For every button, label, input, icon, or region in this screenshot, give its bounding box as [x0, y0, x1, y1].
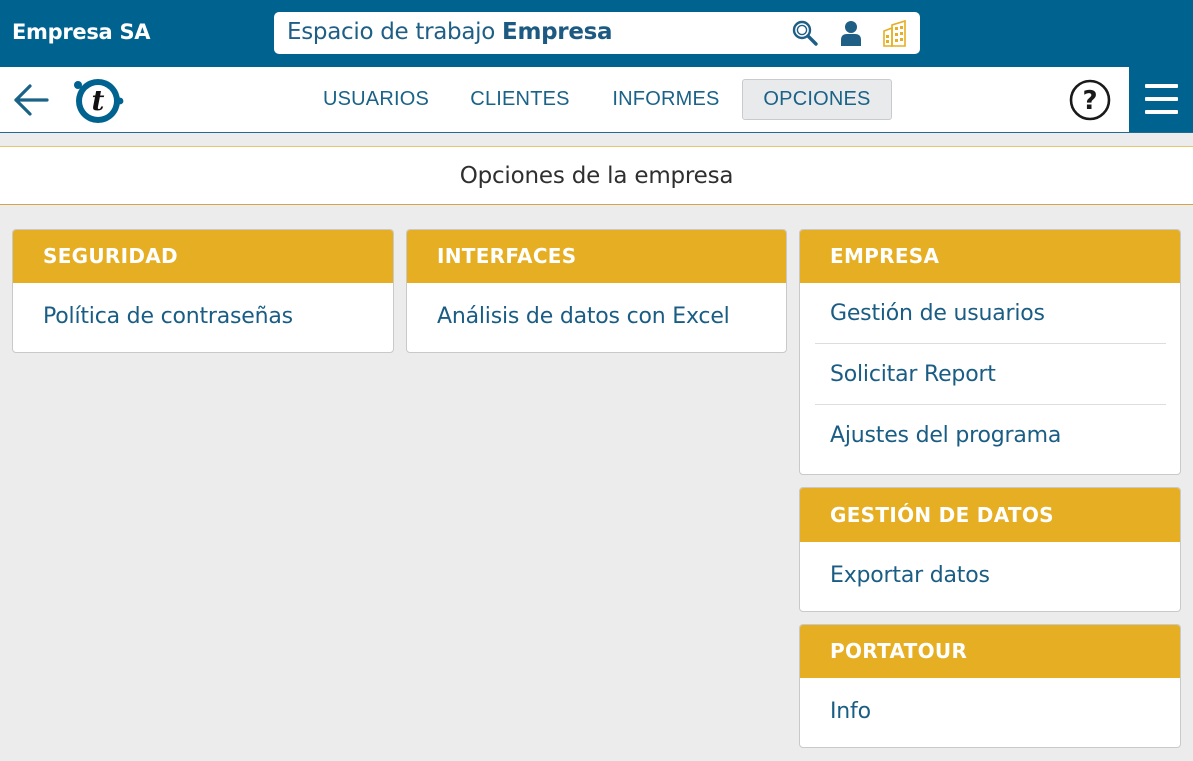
link-analisis-excel[interactable]: Análisis de datos con Excel: [407, 286, 786, 347]
workspace-prefix: Espacio de trabajo: [287, 19, 496, 45]
card-seguridad: SEGURIDAD Política de contraseñas: [12, 229, 394, 353]
company-name: Empresa SA: [12, 20, 151, 44]
link-gestion-usuarios[interactable]: Gestión de usuarios: [800, 283, 1180, 344]
link-info[interactable]: Info: [800, 681, 1180, 742]
svg-text:t: t: [92, 84, 105, 117]
card-title: INTERFACES: [407, 230, 786, 283]
portatour-logo-icon[interactable]: t: [70, 75, 124, 125]
back-arrow-icon[interactable]: [12, 82, 50, 118]
menu-bar-icon: [1145, 97, 1178, 101]
card-title: SEGURIDAD: [13, 230, 393, 283]
link-politica-contrasenas[interactable]: Política de contraseñas: [13, 286, 393, 347]
menu-bar-icon: [1145, 84, 1178, 88]
card-interfaces: INTERFACES Análisis de datos con Excel: [406, 229, 787, 353]
page-title-strip: Opciones de la empresa: [0, 146, 1193, 205]
help-label: ?: [1082, 86, 1097, 116]
tab-opciones[interactable]: OPCIONES: [742, 79, 892, 120]
page-title: Opciones de la empresa: [459, 163, 734, 189]
search-icon[interactable]: [791, 19, 819, 47]
hamburger-menu-button[interactable]: [1129, 67, 1193, 132]
building-icon[interactable]: [881, 19, 909, 47]
card-portatour: PORTATOUR Info: [799, 624, 1181, 748]
card-empresa: EMPRESA Gestión de usuarios Solicitar Re…: [799, 229, 1181, 475]
card-title: EMPRESA: [800, 230, 1180, 283]
workspace-label: Espacio de trabajo Empresa: [287, 19, 613, 45]
tab-usuarios[interactable]: USUARIOS: [313, 79, 439, 120]
card-title: GESTIÓN DE DATOS: [800, 488, 1180, 542]
user-icon[interactable]: [837, 19, 865, 47]
link-ajustes-programa[interactable]: Ajustes del programa: [800, 405, 1180, 466]
tab-informes[interactable]: INFORMES: [600, 79, 732, 120]
card-gestion-datos: GESTIÓN DE DATOS Exportar datos: [799, 487, 1181, 612]
help-icon[interactable]: ?: [1068, 78, 1112, 122]
tab-clientes[interactable]: CLIENTES: [460, 79, 580, 120]
workspace-name: Empresa: [502, 19, 613, 45]
link-solicitar-report[interactable]: Solicitar Report: [800, 344, 1180, 405]
top-bar: Empresa SA Espacio de trabajo Empresa: [0, 0, 1193, 67]
link-exportar-datos[interactable]: Exportar datos: [800, 545, 1180, 606]
nav-bar: t USUARIOS CLIENTES INFORMES OPCIONES ?: [0, 67, 1193, 133]
workspace-bar[interactable]: Espacio de trabajo Empresa: [274, 12, 920, 54]
menu-bar-icon: [1145, 110, 1178, 114]
card-title: PORTATOUR: [800, 625, 1180, 678]
